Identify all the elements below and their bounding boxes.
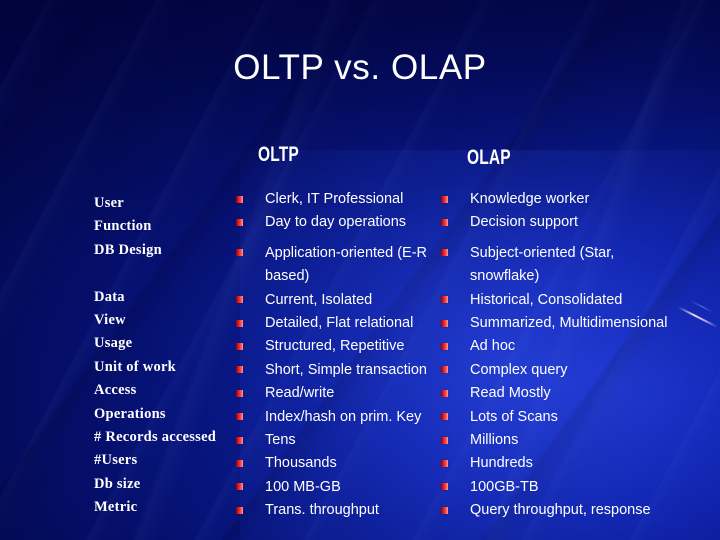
list-item-label: Trans. throughput xyxy=(265,502,379,519)
square-bullet-icon xyxy=(236,319,243,327)
list-item: Ad hoc xyxy=(437,335,685,358)
list-item: Read/write xyxy=(232,382,437,405)
list-item-label: Current, Isolated xyxy=(265,291,373,308)
square-bullet-icon xyxy=(441,389,448,397)
list-item: Lots of Scans xyxy=(437,406,685,429)
list-item-label: Detailed, Flat relational xyxy=(265,315,414,332)
list-item-label: Application-oriented (E-R based) xyxy=(265,244,427,285)
oltp-bullet-column: Clerk, IT Professional Day to day operat… xyxy=(232,188,437,523)
list-item: Detailed, Flat relational xyxy=(232,312,437,335)
square-bullet-icon xyxy=(441,249,448,257)
list-item-label: Tens xyxy=(265,432,296,449)
list-item-label: Subject-oriented (Star, snowflake) xyxy=(470,244,615,285)
list-item-label: 100 MB-GB xyxy=(265,478,341,495)
list-item: Decision support xyxy=(437,211,685,234)
list-item-label: Thousands xyxy=(265,455,337,472)
list-item-label: 100GB-TB xyxy=(470,478,539,495)
list-item: Subject-oriented (Star, snowflake) xyxy=(437,242,685,289)
attribute-label: Metric xyxy=(94,499,138,516)
list-item: Knowledge worker xyxy=(437,188,685,211)
list-item: Tens xyxy=(232,429,437,452)
slide-title: OLTP vs. OLAP xyxy=(233,48,487,87)
list-item: Current, Isolated xyxy=(232,289,437,312)
list-item: Historical, Consolidated xyxy=(437,289,685,312)
slide-canvas: OLTP vs. OLAP OLTP OLAP User Function DB… xyxy=(0,0,720,540)
attribute-label: Access xyxy=(94,382,137,399)
attribute-label: Usage xyxy=(94,335,133,352)
square-bullet-icon xyxy=(441,319,448,327)
list-item-label: Hundreds xyxy=(470,455,533,472)
attribute-label: Function xyxy=(94,218,152,235)
list-item: Clerk, IT Professional xyxy=(232,188,437,211)
attribute-label: # Records accessed xyxy=(94,429,217,446)
list-item: Trans. throughput xyxy=(232,499,437,522)
list-item: Read Mostly xyxy=(437,382,685,405)
square-bullet-icon xyxy=(236,459,243,467)
list-item-label: Decision support xyxy=(470,214,578,231)
list-item-label: Index/hash on prim. Key xyxy=(265,408,422,425)
attribute-label: #Users xyxy=(94,452,138,469)
square-bullet-icon xyxy=(236,436,243,444)
square-bullet-icon xyxy=(441,413,448,421)
list-item-label: Complex query xyxy=(470,361,568,378)
list-item: 100 MB-GB xyxy=(232,476,437,499)
square-bullet-icon xyxy=(236,249,243,257)
list-item-label: Knowledge worker xyxy=(470,191,590,207)
list-item-label: Lots of Scans xyxy=(470,408,558,425)
olap-bullet-column: Knowledge worker Decision support Subjec… xyxy=(437,188,685,523)
list-item-label: Day to day operations xyxy=(265,214,407,231)
list-item: Hundreds xyxy=(437,452,685,475)
attribute-label: Db size xyxy=(94,475,141,492)
square-bullet-icon xyxy=(441,342,448,350)
list-item: Day to day operations xyxy=(232,211,437,234)
attribute-label: DB Design xyxy=(94,241,162,258)
square-bullet-icon xyxy=(236,413,243,421)
list-item: Short, Simple transaction xyxy=(232,359,437,382)
attribute-label: Unit of work xyxy=(94,358,176,375)
slide-content: OLTP vs. OLAP OLTP OLAP User Function DB… xyxy=(0,0,720,540)
list-item-label: Millions xyxy=(470,432,519,449)
list-item: Complex query xyxy=(437,359,685,382)
square-bullet-icon xyxy=(441,195,448,203)
list-item-label: Read Mostly xyxy=(470,385,551,402)
square-bullet-icon xyxy=(236,483,243,491)
list-item: Structured, Repetitive xyxy=(232,335,437,358)
square-bullet-icon xyxy=(236,506,243,514)
square-bullet-icon xyxy=(441,436,448,444)
list-item-label: Short, Simple transaction xyxy=(265,361,427,378)
column-header-oltp: OLTP xyxy=(258,143,299,166)
list-item: Query throughput, response xyxy=(437,499,685,522)
square-bullet-icon xyxy=(441,459,448,467)
square-bullet-icon xyxy=(236,389,243,397)
list-item-label: Clerk, IT Professional xyxy=(265,191,404,207)
attribute-label: User xyxy=(94,195,124,211)
list-item: Millions xyxy=(437,429,685,452)
list-item-label: Query throughput, response xyxy=(470,502,651,519)
list-item-label: Summarized, Multidimensional xyxy=(470,315,668,332)
attribute-label: Data xyxy=(94,288,125,305)
square-bullet-icon xyxy=(236,296,243,304)
list-item: Thousands xyxy=(232,452,437,475)
attribute-label: View xyxy=(94,312,126,329)
attribute-label: Operations xyxy=(94,405,166,422)
square-bullet-icon xyxy=(236,218,243,226)
list-item-label: Read/write xyxy=(265,385,335,402)
attribute-label-column: User Function DB Design Data View Usage … xyxy=(94,192,244,520)
column-header-olap: OLAP xyxy=(467,146,511,169)
square-bullet-icon xyxy=(441,483,448,491)
list-item-label: Ad hoc xyxy=(470,338,516,355)
list-item-label: Historical, Consolidated xyxy=(470,291,623,308)
list-item: Application-oriented (E-R based) xyxy=(232,242,437,289)
square-bullet-icon xyxy=(236,366,243,374)
square-bullet-icon xyxy=(441,296,448,304)
list-item: Index/hash on prim. Key xyxy=(232,406,437,429)
square-bullet-icon xyxy=(236,342,243,350)
square-bullet-icon xyxy=(236,195,243,203)
square-bullet-icon xyxy=(441,506,448,514)
square-bullet-icon xyxy=(441,366,448,374)
list-item: Summarized, Multidimensional xyxy=(437,312,685,335)
square-bullet-icon xyxy=(441,218,448,226)
list-item: 100GB-TB xyxy=(437,476,685,499)
list-item-label: Structured, Repetitive xyxy=(265,338,405,355)
